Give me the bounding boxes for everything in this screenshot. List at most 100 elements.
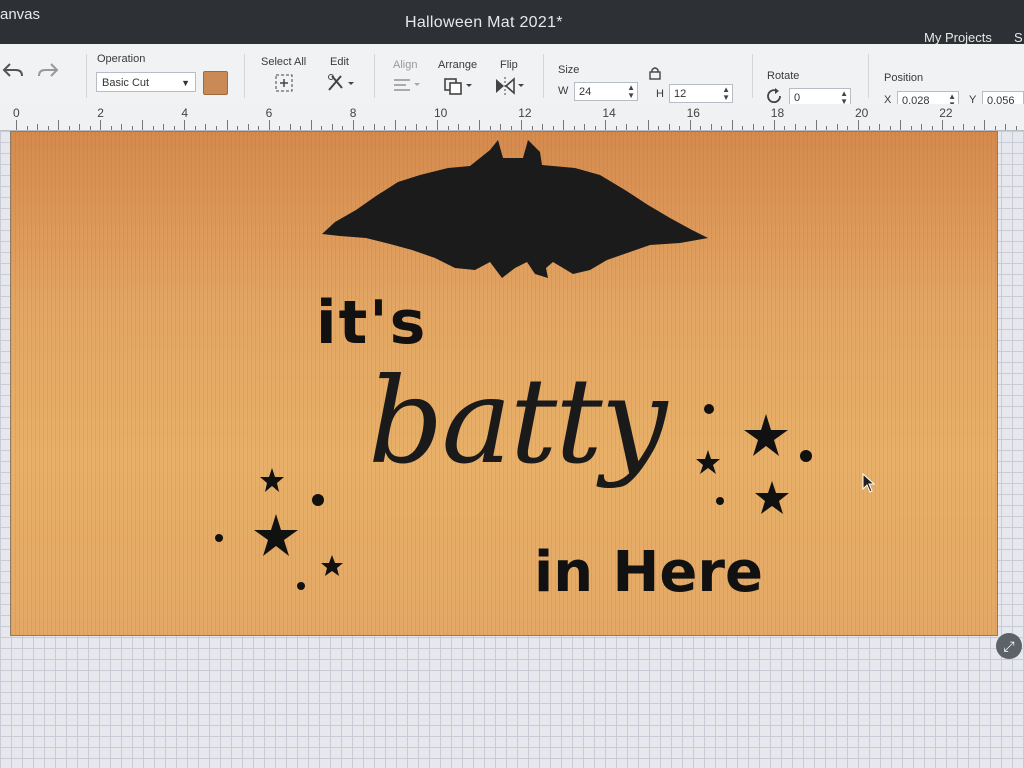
operation-label: Operation bbox=[97, 53, 146, 65]
ruler-number: 22 bbox=[939, 106, 953, 120]
ruler-tick bbox=[342, 126, 344, 130]
height-input[interactable]: 12 ▲ ▼ bbox=[669, 84, 733, 103]
horizontal-ruler: 024681012141618202224 bbox=[0, 104, 1024, 131]
toolbar-divider bbox=[543, 54, 544, 98]
ruler-number: 20 bbox=[855, 106, 869, 120]
arrange-icon[interactable] bbox=[441, 76, 475, 96]
operation-value: Basic Cut bbox=[102, 77, 150, 89]
rotate-icon bbox=[765, 87, 785, 105]
width-label: W bbox=[558, 85, 569, 97]
ruler-tick bbox=[763, 126, 765, 130]
ruler-tick bbox=[205, 124, 207, 130]
ruler-number: 0 bbox=[13, 106, 20, 120]
ruler-tick bbox=[500, 124, 502, 130]
ruler-tick bbox=[426, 126, 428, 130]
ruler-tick bbox=[805, 126, 807, 130]
ruler-tick bbox=[173, 126, 175, 130]
ruler-tick bbox=[1005, 124, 1007, 130]
ruler-number: 16 bbox=[686, 106, 700, 120]
ruler-tick bbox=[16, 120, 17, 130]
ruler-tick bbox=[310, 120, 312, 130]
ruler-tick bbox=[689, 120, 691, 130]
ruler-tick bbox=[237, 126, 239, 130]
ruler-tick bbox=[331, 124, 333, 130]
ruler-tick bbox=[710, 124, 712, 130]
save-link[interactable]: S bbox=[1014, 30, 1023, 45]
ruler-tick bbox=[1015, 126, 1017, 130]
ruler-tick bbox=[384, 126, 386, 130]
ruler-tick bbox=[247, 124, 249, 130]
ruler-tick bbox=[110, 126, 112, 130]
ruler-tick bbox=[521, 120, 523, 130]
ruler-tick bbox=[489, 126, 491, 130]
ruler-tick bbox=[152, 126, 154, 130]
ruler-number: 4 bbox=[181, 106, 189, 120]
arrange-label: Arrange bbox=[438, 59, 478, 71]
ruler-tick bbox=[289, 124, 291, 130]
ruler-tick bbox=[952, 126, 954, 130]
undo-icon[interactable] bbox=[0, 58, 26, 82]
ruler-tick bbox=[184, 120, 186, 130]
select-all-icon[interactable] bbox=[273, 72, 295, 94]
ruler-tick bbox=[921, 124, 923, 130]
ruler-tick bbox=[415, 124, 417, 130]
toolbar-divider bbox=[374, 54, 375, 98]
stepper-icon[interactable]: ▲▼ bbox=[627, 84, 635, 100]
ruler-tick bbox=[573, 126, 575, 130]
ruler-tick bbox=[531, 126, 533, 130]
align-icon[interactable] bbox=[391, 76, 423, 94]
ruler-tick bbox=[447, 126, 449, 130]
title-bar: anvas Halloween Mat 2021* My Projects S bbox=[0, 0, 1024, 45]
width-value: 24 bbox=[579, 86, 592, 98]
edit-icon[interactable] bbox=[325, 72, 357, 94]
color-swatch[interactable] bbox=[203, 71, 228, 95]
ruler-tick bbox=[931, 126, 933, 130]
ruler-tick bbox=[268, 120, 270, 130]
toolbar-divider bbox=[244, 54, 245, 98]
lock-icon[interactable] bbox=[648, 66, 662, 80]
ruler-tick bbox=[163, 124, 165, 130]
ruler-number: 2 bbox=[97, 106, 104, 120]
height-label: H bbox=[656, 88, 664, 100]
ruler-tick bbox=[363, 126, 365, 130]
ruler-number: 6 bbox=[265, 106, 273, 120]
ruler-tick bbox=[594, 126, 596, 130]
redo-icon[interactable] bbox=[34, 58, 62, 82]
tab-canvas[interactable]: anvas bbox=[0, 6, 40, 23]
ruler-tick bbox=[658, 126, 660, 130]
ruler-number: 14 bbox=[602, 106, 616, 120]
edit-label: Edit bbox=[330, 56, 349, 68]
ruler-tick bbox=[215, 126, 217, 130]
ruler-tick bbox=[89, 126, 91, 130]
operation-select[interactable]: Basic Cut ▼ bbox=[96, 72, 196, 92]
ruler-tick bbox=[437, 120, 438, 130]
ruler-tick bbox=[668, 124, 670, 130]
ruler-tick bbox=[973, 126, 975, 130]
size-label: Size bbox=[558, 64, 580, 76]
ruler-tick bbox=[37, 124, 39, 130]
ruler-tick bbox=[321, 126, 323, 130]
expand-icon[interactable]: ⤢ bbox=[996, 633, 1022, 659]
height-value: 12 bbox=[674, 88, 687, 100]
ruler-tick bbox=[479, 120, 481, 130]
select-all-label: Select All bbox=[261, 56, 307, 68]
cutting-mat[interactable] bbox=[10, 131, 998, 636]
ruler-number: 12 bbox=[518, 106, 532, 120]
ruler-tick bbox=[26, 126, 28, 130]
stepper-icon[interactable]: ▲▼ bbox=[722, 86, 730, 102]
ruler-tick bbox=[615, 126, 617, 130]
ruler-tick bbox=[910, 126, 912, 130]
width-input[interactable]: 24 ▲ ▼ bbox=[574, 82, 638, 101]
toolbar-divider bbox=[868, 54, 869, 98]
position-label: Position bbox=[884, 72, 924, 84]
ruler-tick bbox=[394, 120, 396, 130]
ruler-tick bbox=[984, 120, 986, 130]
my-projects-link[interactable]: My Projects bbox=[924, 30, 992, 45]
flip-label: Flip bbox=[500, 59, 518, 71]
flip-icon[interactable] bbox=[492, 76, 526, 96]
ruler-tick bbox=[942, 120, 944, 130]
ruler-tick bbox=[889, 126, 891, 130]
ruler-tick bbox=[58, 120, 60, 130]
ruler-tick bbox=[47, 126, 49, 130]
ruler-tick bbox=[626, 124, 628, 130]
